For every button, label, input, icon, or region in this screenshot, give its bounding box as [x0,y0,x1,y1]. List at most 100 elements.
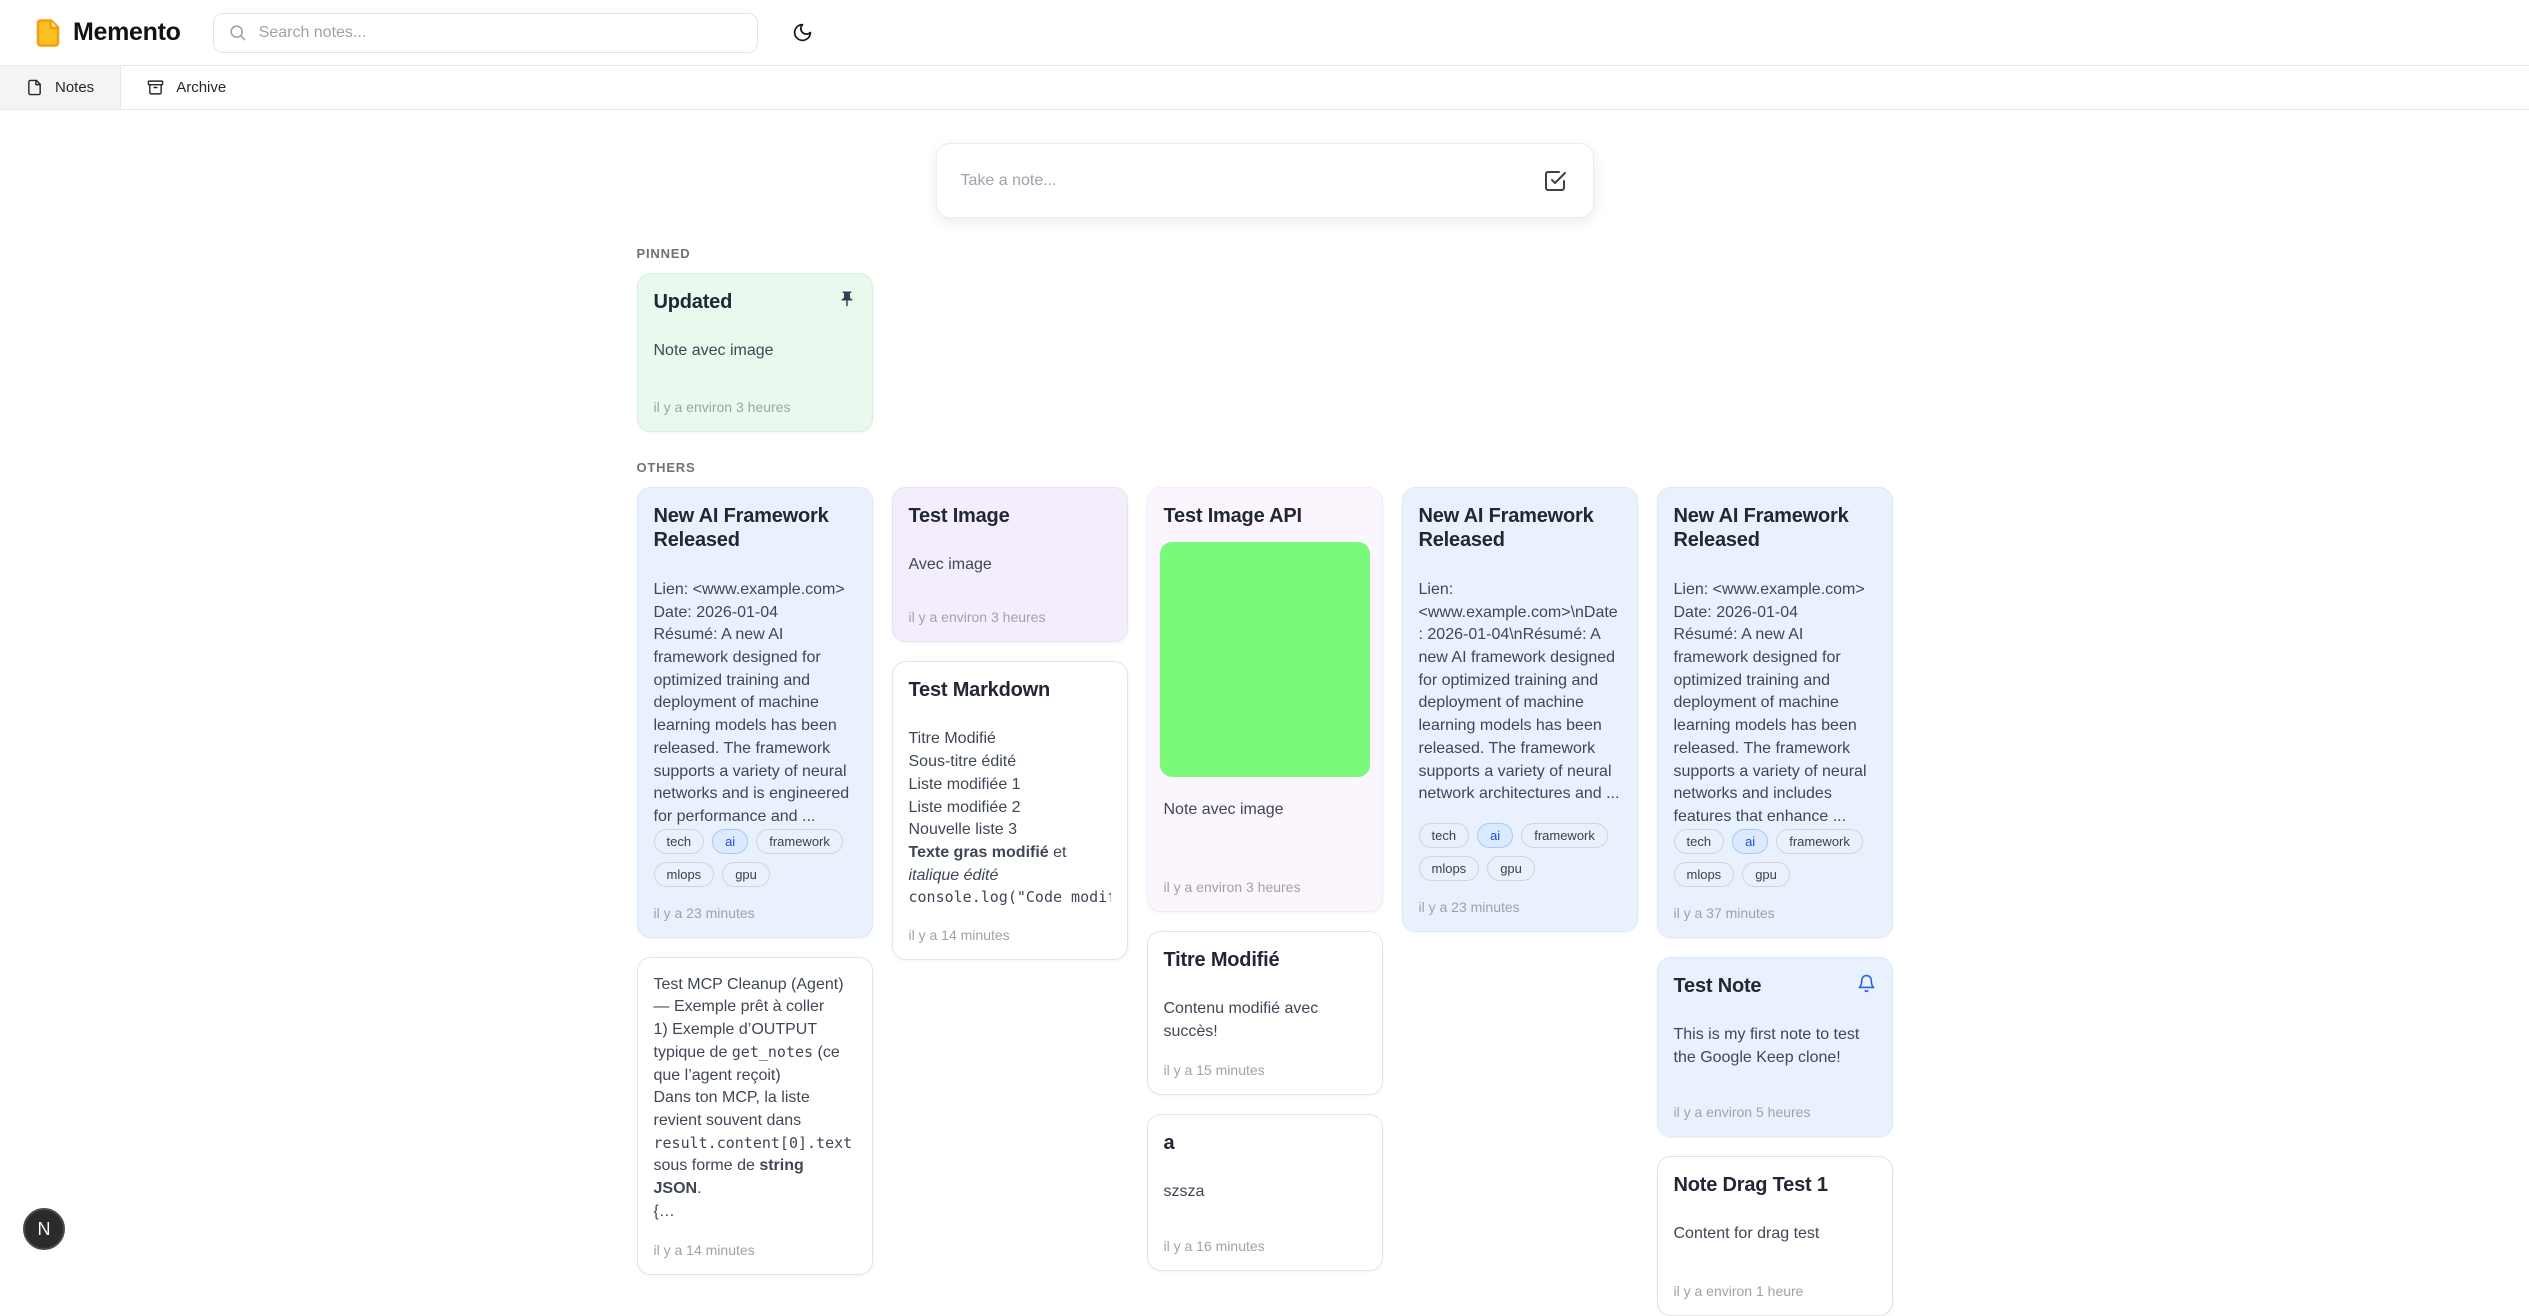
others-section-label: OTHERS [637,460,1893,475]
pin-icon [838,290,856,308]
reminder-button[interactable] [1853,970,1880,997]
note-title: New AI Framework Released [1674,504,1876,553]
tag-tech[interactable]: tech [1674,829,1725,854]
note-timestamp: il y a 23 minutes [1419,881,1621,915]
note-body: Lien: <www.example.com>\nDate: 2026-01-0… [1419,579,1621,806]
bell-icon [1857,974,1876,993]
tag-list: tech ai framework mlops gpu [654,829,856,887]
tag-list: tech ai framework mlops gpu [1419,823,1621,881]
note-body: Contenu modifié avec succès! [1164,998,1366,1043]
tag-tech[interactable]: tech [654,829,705,854]
note-card-test-image[interactable]: Test Image Avec image il y a environ 3 h… [892,487,1128,642]
md-list-item: Nouvelle liste 3 [909,819,1111,842]
note-italic-text: italique édité [909,867,999,884]
note-body: Content for drag test [1674,1223,1876,1246]
tag-list: tech ai framework mlops gpu [1674,829,1876,887]
note-title: Test Image [909,504,1111,528]
note-timestamp: il y a 23 minutes [654,887,856,921]
note-card-test-markdown[interactable]: Test Markdown Titre Modifié Sous-titre é… [892,661,1128,960]
tag-ai[interactable]: ai [1477,823,1513,848]
take-a-note-input[interactable] [959,171,1527,191]
note-file-icon [26,79,43,96]
dark-mode-toggle[interactable] [784,14,822,52]
pinned-section-label: PINNED [637,246,1893,261]
tab-archive[interactable]: Archive [121,66,252,109]
note-title: a [1164,1131,1366,1155]
note-code-inline: result.content[0].text [654,1134,853,1152]
note-body: szsza [1164,1181,1366,1204]
notes-grid: New AI Framework Released Lien: <www.exa… [637,487,1893,1316]
note-timestamp: il y a 16 minutes [1164,1220,1366,1254]
note-timestamp: il y a 37 minutes [1674,887,1876,921]
note-title: New AI Framework Released [654,504,856,553]
note-body: Note avec image [1164,799,1366,822]
app-logo: Memento [33,18,181,48]
dev-tools-badge[interactable]: N [23,1208,65,1250]
unpin-button[interactable] [834,286,860,312]
note-timestamp: il y a environ 5 heures [1674,1086,1876,1120]
moon-icon [792,22,813,43]
note-timestamp: il y a 14 minutes [654,1224,856,1258]
note-body: Lien: <www.example.com> Date: 2026-01-04… [654,579,856,829]
tab-notes[interactable]: Notes [0,66,121,109]
note-timestamp: il y a environ 3 heures [909,591,1111,625]
grid-column-2: Test Image Avec image il y a environ 3 h… [892,487,1128,960]
note-title: Updated [654,290,856,314]
note-code-inline: get_notes [732,1043,813,1061]
tag-mlops[interactable]: mlops [654,862,715,887]
tag-tech[interactable]: tech [1419,823,1470,848]
note-body: Avec image [909,554,1111,577]
note-bold-text: Texte gras modifié [909,844,1049,861]
note-card-drag-test[interactable]: Note Drag Test 1 Content for drag test i… [1657,1156,1893,1316]
note-body: This is my first note to test the Google… [1674,1024,1876,1069]
note-card-test-note[interactable]: Test Note This is my first note to test … [1657,957,1893,1137]
tag-gpu[interactable]: gpu [1742,862,1790,887]
note-card-test-image-api[interactable]: Test Image API Note avec image il y a en… [1147,487,1383,912]
tag-gpu[interactable]: gpu [722,862,770,887]
note-card-ai-framework-2[interactable]: New AI Framework Released Lien: <www.exa… [1402,487,1638,932]
grid-column-3: Test Image API Note avec image il y a en… [1147,487,1383,1271]
tag-gpu[interactable]: gpu [1487,856,1535,881]
note-text: et [1049,844,1067,861]
note-composer[interactable] [936,143,1594,218]
note-card-mcp-cleanup[interactable]: Test MCP Cleanup (Agent) — Exemple prêt … [637,957,873,1275]
note-image [1160,542,1370,777]
note-body: Test MCP Cleanup (Agent) — Exemple prêt … [654,974,856,1224]
note-title: New AI Framework Released [1419,504,1621,553]
view-tabs: Notes Archive [0,65,2529,110]
md-heading: Titre Modifié [909,728,1111,751]
grid-column-5: New AI Framework Released Lien: <www.exa… [1657,487,1893,1316]
note-body: Note avec image [654,340,856,363]
note-timestamp: il y a 14 minutes [909,909,1111,943]
note-card-ai-framework-1[interactable]: New AI Framework Released Lien: <www.exa… [637,487,873,938]
app-header: Memento [0,0,2529,65]
tag-ai[interactable]: ai [712,829,748,854]
search-icon [228,23,247,42]
md-subheading: Sous-titre édité [909,751,1111,774]
search-input[interactable] [257,23,743,43]
tag-framework[interactable]: framework [1776,829,1863,854]
md-code-line: console.log("Code modifié a [909,887,1111,908]
tab-notes-label: Notes [55,79,94,96]
tag-ai[interactable]: ai [1732,829,1768,854]
note-card-titre-modifie[interactable]: Titre Modifié Contenu modifié avec succè… [1147,931,1383,1095]
memento-file-icon [33,18,63,48]
notes-main: PINNED Updated Note avec image il y a en… [637,143,1893,1316]
tag-mlops[interactable]: mlops [1674,862,1735,887]
note-timestamp: il y a 15 minutes [1164,1044,1366,1078]
note-title: Test Image API [1164,504,1366,528]
tag-framework[interactable]: framework [1521,823,1608,848]
search-bar[interactable] [213,13,758,53]
tab-archive-label: Archive [176,79,226,96]
note-card-updated[interactable]: Updated Note avec image il y a environ 3… [637,273,873,432]
tag-framework[interactable]: framework [756,829,843,854]
note-timestamp: il y a environ 3 heures [654,381,856,415]
note-title: Note Drag Test 1 [1674,1173,1876,1197]
md-formatted-line: Texte gras modifié et italique édité [909,842,1111,887]
note-card-a[interactable]: a szsza il y a 16 minutes [1147,1114,1383,1271]
grid-column-1: New AI Framework Released Lien: <www.exa… [637,487,873,1275]
note-body: Titre Modifié Sous-titre édité Liste mod… [909,728,1111,908]
new-checklist-button[interactable] [1539,165,1571,197]
tag-mlops[interactable]: mlops [1419,856,1480,881]
note-card-ai-framework-3[interactable]: New AI Framework Released Lien: <www.exa… [1657,487,1893,938]
